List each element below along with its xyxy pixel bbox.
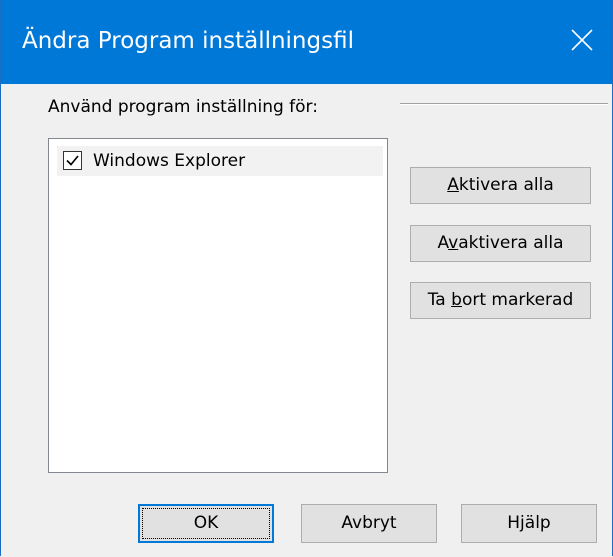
close-button[interactable] bbox=[552, 0, 612, 84]
group-label: Använd program inställning för: bbox=[48, 97, 318, 117]
group-divider bbox=[400, 103, 608, 105]
window-title: Ändra Program inställningsfil bbox=[22, 28, 354, 54]
program-listbox[interactable]: Windows Explorer bbox=[48, 138, 388, 473]
dialog-window: Ändra Program inställningsfil Använd pro… bbox=[0, 0, 613, 556]
help-button[interactable]: Hjälp bbox=[461, 504, 597, 543]
close-icon bbox=[571, 29, 593, 51]
deactivate-all-button[interactable]: Avaktivera alla bbox=[410, 225, 591, 262]
activate-all-button[interactable]: Aktivera alla bbox=[410, 167, 591, 204]
program-label: Windows Explorer bbox=[93, 151, 246, 171]
remove-selected-button[interactable]: Ta bort markerad bbox=[410, 282, 591, 319]
program-checkbox[interactable] bbox=[63, 151, 82, 170]
focus-rectangle bbox=[142, 508, 270, 539]
list-item[interactable]: Windows Explorer bbox=[57, 146, 383, 176]
cancel-button[interactable]: Avbryt bbox=[301, 504, 437, 543]
ok-button[interactable]: OK bbox=[138, 504, 274, 543]
title-bar[interactable]: Ändra Program inställningsfil bbox=[1, 0, 612, 84]
checkmark-icon bbox=[66, 155, 79, 166]
